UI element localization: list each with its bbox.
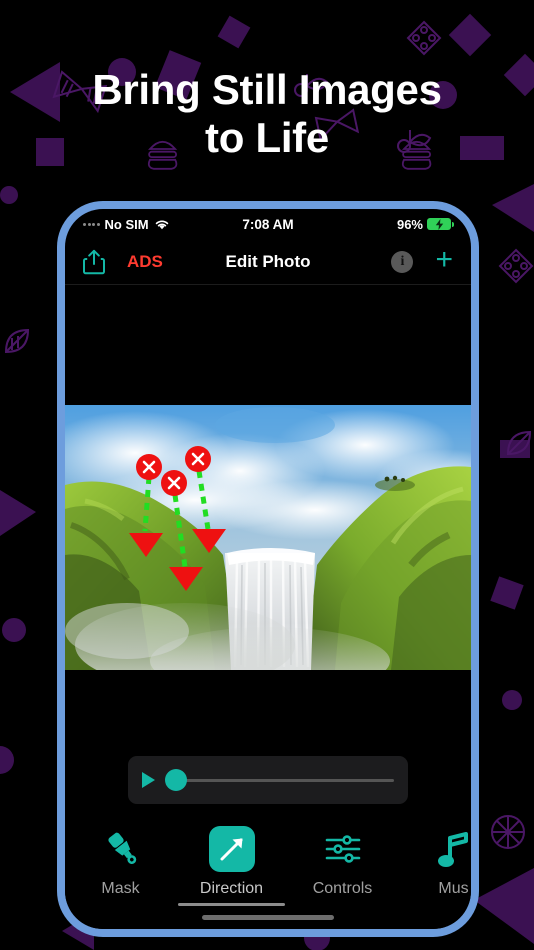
info-icon[interactable]: i <box>391 250 414 273</box>
tab-music[interactable]: Mus <box>398 827 471 898</box>
nav-bar-right: i + <box>391 245 453 275</box>
tab-label-music: Mus <box>438 880 469 897</box>
plus-icon[interactable]: + <box>435 245 453 275</box>
page-title: Bring Still Images to Life <box>0 66 534 162</box>
battery-charging-icon <box>427 218 454 230</box>
phone-mockup: No SIM 7:08 AM 96% ADS Edit Photo i + Ma… <box>57 201 479 937</box>
timeline-slider-knob[interactable] <box>165 769 187 791</box>
sliders-icon <box>324 827 362 871</box>
timeline-slider-track <box>174 778 394 782</box>
play-icon[interactable] <box>142 772 155 788</box>
tab-label-mask: Mask <box>101 880 140 897</box>
tab-active-underline <box>178 903 285 906</box>
skogafoss-waterfall-photo[interactable] <box>65 405 471 670</box>
arrow-diagonal-icon <box>208 826 255 872</box>
home-indicator[interactable] <box>202 915 334 920</box>
photo-container[interactable] <box>65 405 471 670</box>
tab-label-controls: Controls <box>312 880 373 897</box>
tab-label-direction: Direction <box>199 880 264 897</box>
carrier-label: No SIM <box>104 216 149 232</box>
tab-controls[interactable]: Controls <box>287 827 398 898</box>
edit-canvas[interactable] <box>65 285 471 739</box>
paintbrush-icon <box>101 827 141 871</box>
headline-line-1: Bring Still Images <box>92 66 442 113</box>
status-bar-left: No SIM <box>83 217 170 232</box>
share-icon[interactable] <box>83 249 105 275</box>
battery-percent-label: 96% <box>396 216 423 232</box>
signal-dots-icon <box>83 222 100 226</box>
tab-mask[interactable]: Mask <box>65 827 176 898</box>
tab-bar: Mask Direction Controls Mus <box>65 821 471 929</box>
music-note-icon <box>437 827 471 871</box>
tab-direction[interactable]: Direction <box>176 826 287 906</box>
wifi-icon <box>155 220 168 230</box>
playback-bar <box>128 756 408 804</box>
status-bar: No SIM 7:08 AM 96% <box>65 209 471 239</box>
nav-bar: ADS Edit Photo i + <box>65 239 471 285</box>
status-bar-right: 96% <box>396 216 454 232</box>
headline-line-2: to Life <box>205 113 329 161</box>
player-row <box>65 739 471 821</box>
ads-button[interactable]: ADS <box>127 252 163 272</box>
phone-screen: No SIM 7:08 AM 96% ADS Edit Photo i + Ma… <box>65 209 471 929</box>
timeline-slider[interactable] <box>165 769 394 791</box>
